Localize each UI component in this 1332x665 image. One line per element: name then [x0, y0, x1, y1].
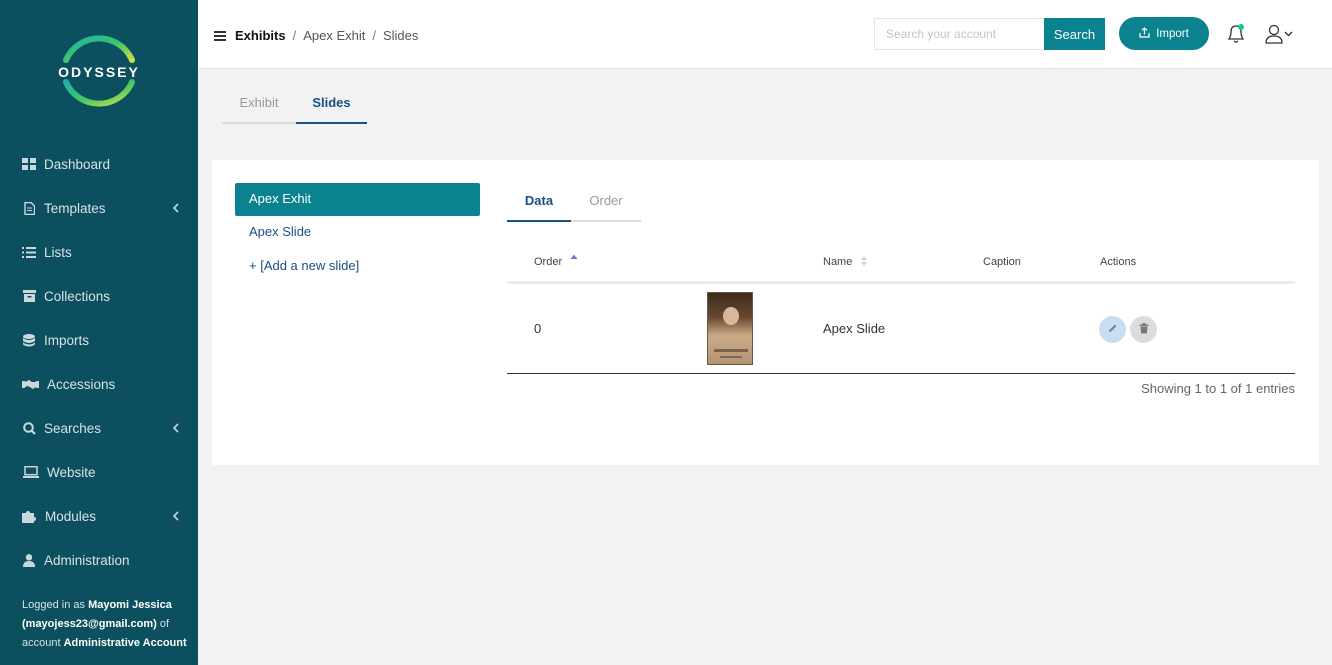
column-label: Name — [823, 256, 853, 268]
cell-order: 0 — [534, 321, 542, 336]
handshake-icon — [22, 377, 39, 391]
sidebar-nav: Dashboard Templates Lists Collections Im… — [0, 142, 198, 582]
sidebar-item-label: Accessions — [47, 376, 116, 392]
user-icon — [22, 553, 36, 567]
breadcrumb-separator: / — [292, 28, 297, 43]
slide-item-apex-exhit[interactable]: Apex Exhit — [235, 183, 480, 216]
user-menu[interactable] — [1264, 22, 1296, 46]
column-header-actions: Actions — [1100, 256, 1137, 268]
column-header-name[interactable]: Name — [823, 256, 869, 268]
pencil-icon — [1107, 322, 1118, 337]
login-prefix: Logged in as — [22, 599, 85, 611]
column-header-order[interactable]: Order — [534, 254, 579, 268]
add-slide-link[interactable]: + [Add a new slide] — [235, 250, 480, 283]
delete-button[interactable] — [1130, 316, 1157, 343]
table-info: Showing 1 to 1 of 1 entries — [1141, 381, 1295, 396]
search-button[interactable]: Search — [1044, 18, 1105, 50]
column-header-caption: Caption — [983, 256, 1021, 268]
breadcrumb-item-current: Slides — [382, 28, 419, 43]
sidebar-item-lists[interactable]: Lists — [0, 230, 198, 274]
archive-icon — [22, 289, 36, 303]
sidebar-item-modules[interactable]: Modules — [0, 494, 198, 538]
top-bar: Exhibits / Apex Exhit / Slides Search Import — [198, 0, 1332, 69]
slides-table: Order Name Caption Actions 0 Apex Slide — [507, 244, 1295, 374]
cell-name: Apex Slide — [823, 321, 886, 336]
user-account-icon — [1265, 24, 1293, 44]
upload-icon — [1139, 26, 1150, 41]
file-icon — [22, 201, 36, 215]
slides-card: Apex Exhit Apex Slide + [Add a new slide… — [212, 160, 1319, 465]
notifications-bell-icon[interactable] — [1225, 22, 1247, 46]
sidebar-item-searches[interactable]: Searches — [0, 406, 198, 450]
laptop-icon — [22, 465, 39, 479]
odyssey-logo[interactable]: ODYSSEY — [58, 30, 140, 112]
dashboard-icon — [22, 157, 36, 171]
slide-item-apex-slide[interactable]: Apex Slide — [235, 216, 480, 249]
sidebar-item-label: Website — [47, 464, 96, 480]
slide-list: Apex Exhit Apex Slide + [Add a new slide… — [235, 183, 480, 283]
sidebar-item-collections[interactable]: Collections — [0, 274, 198, 318]
page-tabs: Exhibit Slides — [222, 88, 367, 124]
tab-data[interactable]: Data — [507, 184, 571, 222]
trash-icon — [1139, 322, 1149, 337]
sidebar-item-website[interactable]: Website — [0, 450, 198, 494]
breadcrumb-item-exhibit[interactable]: Apex Exhit — [303, 28, 365, 43]
slide-thumbnail-image[interactable] — [707, 292, 753, 365]
sidebar-item-label: Templates — [44, 200, 106, 216]
table-row: 0 Apex Slide — [507, 284, 1295, 374]
login-info: Logged in as Mayomi Jessica (mayojess23@… — [22, 596, 187, 653]
login-account-name: Administrative Account — [63, 637, 187, 649]
inner-tabs: Data Order — [507, 184, 641, 222]
import-button[interactable]: Import — [1119, 17, 1209, 50]
sort-icon — [855, 256, 869, 268]
sidebar-item-label: Collections — [44, 288, 111, 304]
sidebar-item-accessions[interactable]: Accessions — [0, 362, 198, 406]
tab-exhibit[interactable]: Exhibit — [222, 88, 296, 124]
menu-toggle-icon[interactable] — [214, 31, 226, 41]
sidebar-item-templates[interactable]: Templates — [0, 186, 198, 230]
sidebar-item-label: Imports — [44, 332, 90, 348]
sidebar-item-administration[interactable]: Administration — [0, 538, 198, 582]
breadcrumb-separator: / — [372, 28, 376, 43]
breadcrumb: Exhibits / Apex Exhit / Slides — [235, 28, 418, 43]
login-user-email: (mayojess23@gmail.com) — [22, 618, 157, 630]
edit-button[interactable] — [1099, 316, 1126, 343]
sidebar-item-label: Administration — [44, 552, 130, 568]
sort-asc-icon — [565, 254, 579, 268]
table-header: Order Name Caption Actions — [507, 244, 1295, 284]
sidebar-item-label: Dashboard — [44, 156, 111, 172]
sidebar-item-label: Modules — [45, 508, 97, 524]
search-input[interactable] — [874, 18, 1044, 50]
database-icon — [22, 333, 36, 347]
sidebar-item-label: Searches — [44, 420, 102, 436]
login-user-name: Mayomi Jessica — [88, 599, 172, 611]
puzzle-icon — [22, 509, 37, 523]
list-icon — [22, 245, 36, 259]
sidebar-item-imports[interactable]: Imports — [0, 318, 198, 362]
sidebar-item-dashboard[interactable]: Dashboard — [0, 142, 198, 186]
import-label: Import — [1156, 27, 1189, 40]
chevron-left-icon — [172, 509, 180, 523]
tab-slides[interactable]: Slides — [296, 88, 367, 124]
breadcrumb-item-exhibits[interactable]: Exhibits — [235, 28, 286, 43]
logo-text: ODYSSEY — [58, 64, 140, 80]
search-icon — [22, 421, 36, 435]
sidebar-item-label: Lists — [44, 244, 72, 260]
sidebar: ODYSSEY Dashboard Templates Lists Collec… — [0, 0, 198, 665]
chevron-left-icon — [172, 421, 180, 435]
chevron-left-icon — [172, 201, 180, 215]
tab-order[interactable]: Order — [571, 184, 641, 222]
column-label: Order — [534, 256, 563, 268]
